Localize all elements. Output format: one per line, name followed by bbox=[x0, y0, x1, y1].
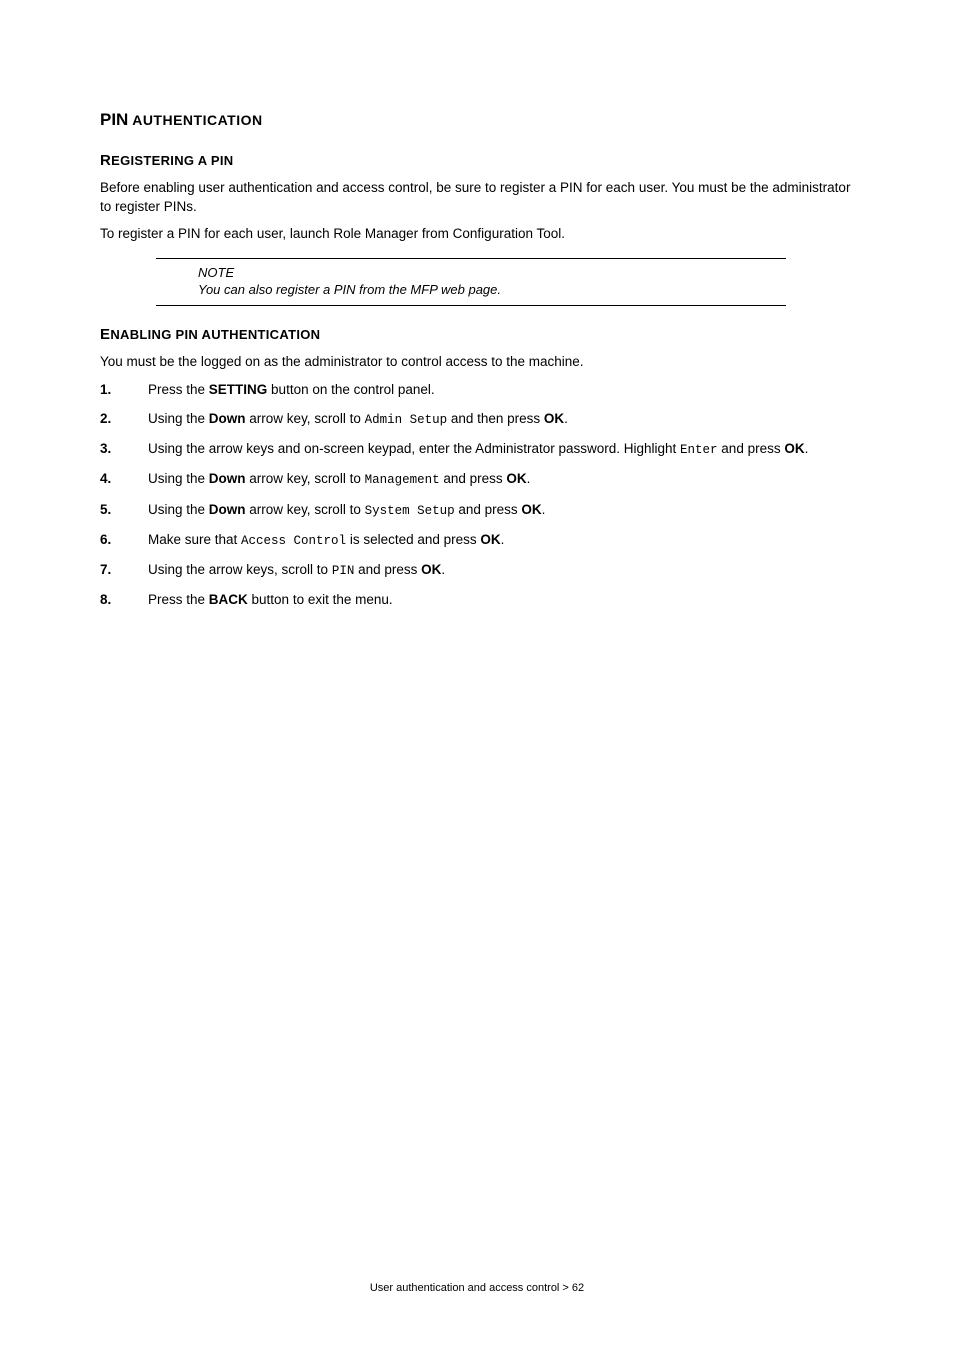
title-rest: AUTHENTICATION bbox=[128, 112, 262, 128]
paragraph-register-intro: Before enabling user authentication and … bbox=[100, 179, 854, 217]
step-text: Press the BACK button to exit the menu. bbox=[148, 590, 854, 610]
sub1-strong: PIN bbox=[211, 153, 234, 168]
steps-list: 1. Press the SETTING button on the contr… bbox=[100, 380, 854, 610]
step-num: 7. bbox=[100, 560, 148, 580]
step-4: 4. Using the Down arrow key, scroll to M… bbox=[100, 469, 854, 489]
step-num: 4. bbox=[100, 469, 148, 489]
note-label: NOTE bbox=[198, 265, 786, 280]
step-num: 5. bbox=[100, 500, 148, 520]
step-2: 2. Using the Down arrow key, scroll to A… bbox=[100, 409, 854, 429]
sub1-rest: EGISTERING A bbox=[111, 153, 211, 168]
step-5: 5. Using the Down arrow key, scroll to S… bbox=[100, 500, 854, 520]
step-1: 1. Press the SETTING button on the contr… bbox=[100, 380, 854, 400]
note-text: You can also register a PIN from the MFP… bbox=[198, 282, 786, 297]
step-text: Press the SETTING button on the control … bbox=[148, 380, 854, 400]
step-7: 7. Using the arrow keys, scroll to PIN a… bbox=[100, 560, 854, 580]
step-6: 6. Make sure that Access Control is sele… bbox=[100, 530, 854, 550]
section-title: PIN AUTHENTICATION bbox=[100, 110, 854, 130]
paragraph-enable-intro: You must be the logged on as the adminis… bbox=[100, 353, 854, 372]
step-text: Using the Down arrow key, scroll to Mana… bbox=[148, 469, 854, 489]
sub2-tail: AUTHENTICATION bbox=[198, 327, 320, 342]
sub2-rest: NABLING bbox=[110, 327, 175, 342]
paragraph-register-howto: To register a PIN for each user, launch … bbox=[100, 225, 854, 244]
step-text: Using the Down arrow key, scroll to Admi… bbox=[148, 409, 854, 429]
step-num: 6. bbox=[100, 530, 148, 550]
step-text: Using the arrow keys and on-screen keypa… bbox=[148, 439, 854, 459]
step-num: 3. bbox=[100, 439, 148, 459]
sub2-strong: PIN bbox=[176, 327, 199, 342]
sub2-first: E bbox=[100, 326, 110, 343]
step-num: 8. bbox=[100, 590, 148, 610]
note-block: NOTE You can also register a PIN from th… bbox=[156, 258, 786, 306]
note-rule-bottom bbox=[156, 305, 786, 306]
title-strong: PIN bbox=[100, 110, 128, 129]
sub1-first: R bbox=[100, 152, 111, 169]
subheading-enabling-pin-auth: ENABLING PIN AUTHENTICATION bbox=[100, 326, 854, 343]
step-3: 3. Using the arrow keys and on-screen ke… bbox=[100, 439, 854, 459]
step-8: 8. Press the BACK button to exit the men… bbox=[100, 590, 854, 610]
step-num: 1. bbox=[100, 380, 148, 400]
step-num: 2. bbox=[100, 409, 148, 429]
step-text: Using the Down arrow key, scroll to Syst… bbox=[148, 500, 854, 520]
page-footer: User authentication and access control >… bbox=[0, 1282, 954, 1294]
subheading-registering-pin: REGISTERING A PIN bbox=[100, 152, 854, 169]
step-text: Make sure that Access Control is selecte… bbox=[148, 530, 854, 550]
step-text: Using the arrow keys, scroll to PIN and … bbox=[148, 560, 854, 580]
